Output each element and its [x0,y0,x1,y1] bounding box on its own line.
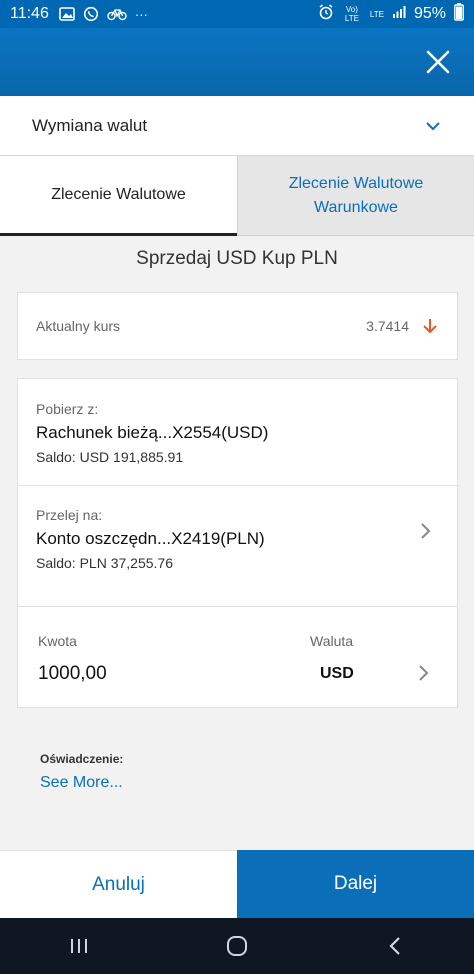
battery-icon [454,2,464,26]
currency-label: Waluta [310,633,354,649]
tab-currency-order[interactable]: Zlecenie Walutowe [0,156,237,236]
close-icon[interactable] [422,46,454,78]
currency-value[interactable]: USD [320,665,354,683]
whatsapp-icon [83,6,99,22]
signal-icon [392,5,406,24]
back-icon[interactable] [375,926,415,966]
to-account-name: Konto oszczędn...X2419(PLN) [36,529,265,548]
from-account: Pobierz z: Rachunek bieżą...X2554(USD) S… [18,401,459,465]
app-header [0,28,474,96]
recent-apps-icon[interactable] [59,926,99,966]
to-account-selector[interactable]: Przelej na: Konto oszczędn...X2419(PLN) … [18,507,459,571]
status-time: 11:46 [10,5,49,22]
battery-percent: 95% [413,5,446,22]
to-account-balance: Saldo: PLN 37,255.76 [36,555,173,571]
chevron-down-icon [424,117,442,135]
amount-label: Kwota [38,633,77,649]
action-bar: Anuluj Dalej [0,850,474,918]
cancel-button[interactable]: Anuluj [0,850,237,918]
volte-label: Vo) LTE [344,5,359,23]
declaration-label: Oświadczenie: [40,752,124,766]
amount-input[interactable]: 1000,00 [38,663,107,685]
order-type-tabs: Zlecenie Walutowe Zlecenie Walutowe Waru… [0,156,474,236]
see-more-link[interactable]: See More... [40,774,123,792]
chevron-right-icon[interactable] [417,663,431,683]
dropdown-label: Wymiana walut [32,115,148,135]
transaction-type-dropdown[interactable]: Wymiana walut [0,96,474,156]
home-icon[interactable] [217,926,257,966]
alarm-icon [318,3,334,25]
rate-label: Aktualny kurs [36,318,121,334]
exchange-rate-card: Aktualny kurs 3.7414 [17,292,458,360]
more-icon: ··· [134,6,148,22]
arrow-down-icon [421,317,439,335]
bike-icon [107,7,127,21]
amount-card: Kwota Waluta 1000,00 USD [17,606,458,708]
status-bar: 11:46 ··· Vo) LTE LTE 95% [0,0,474,28]
accounts-card: Pobierz z: Rachunek bieżą...X2554(USD) S… [17,378,459,608]
tab-conditional-currency-order[interactable]: Zlecenie Walutowe Warunkowe [237,156,474,236]
from-account-label: Pobierz z: [36,401,99,417]
lte-label: LTE [369,9,384,19]
to-account-label: Przelej na: [36,507,103,523]
image-icon [59,7,75,21]
divider [18,485,459,486]
chevron-right-icon [419,521,433,541]
declaration-section: Oświadczenie: See More... [40,752,123,792]
page-title: Sprzedaj USD Kup PLN [136,248,338,269]
next-button[interactable]: Dalej [237,850,474,918]
from-account-balance: Saldo: USD 191,885.91 [36,449,184,465]
system-nav-bar [0,918,474,974]
rate-value: 3.7414 [366,318,409,334]
from-account-name: Rachunek bieżą...X2554(USD) [36,423,269,442]
